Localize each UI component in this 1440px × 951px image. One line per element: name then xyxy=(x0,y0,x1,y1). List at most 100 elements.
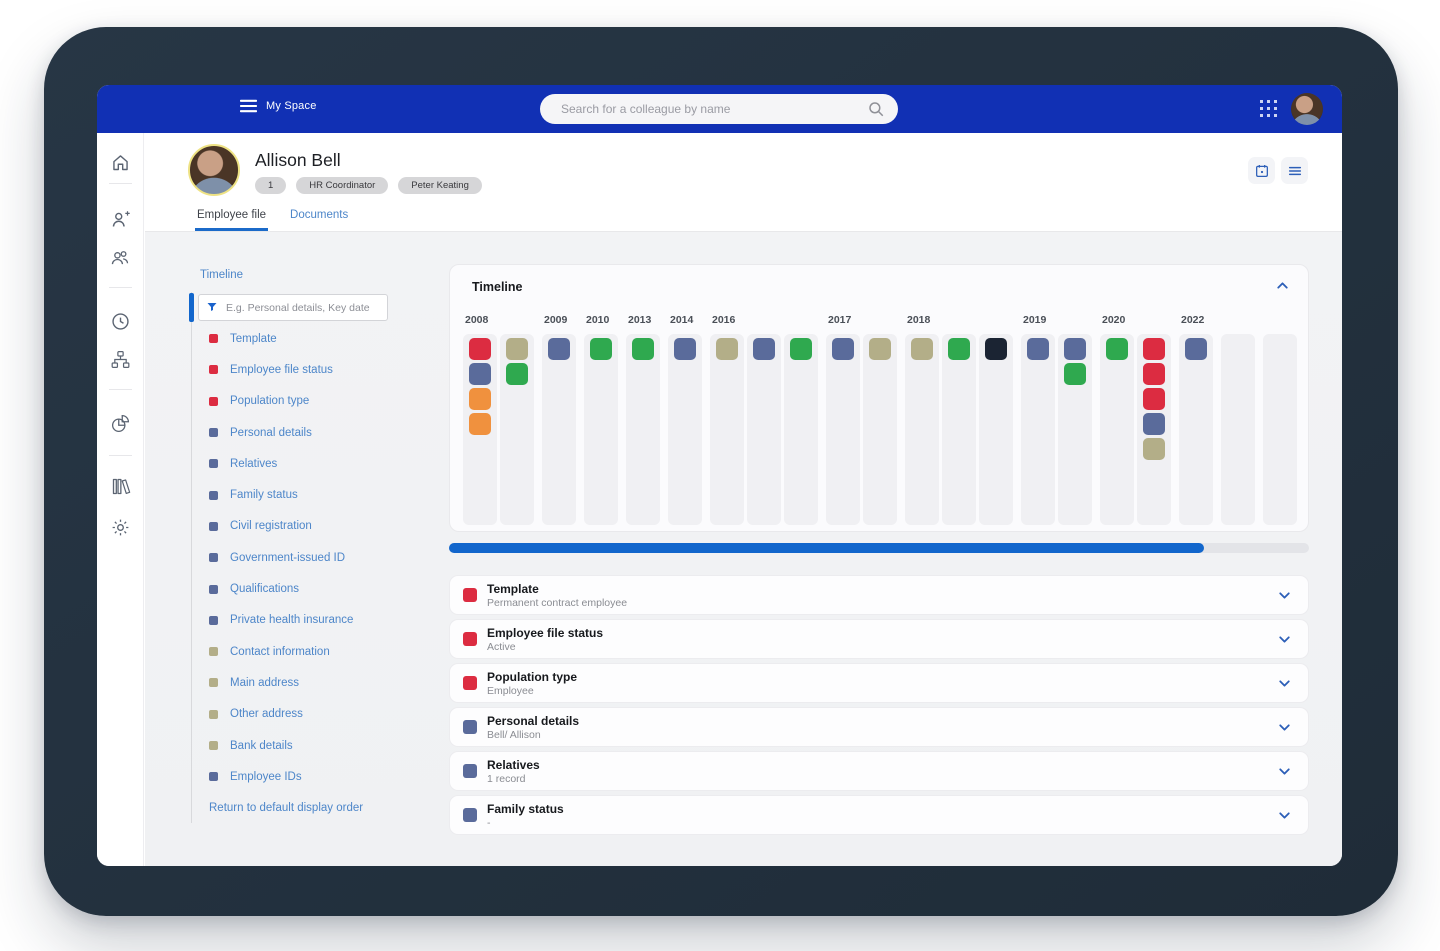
section-row-family-status[interactable]: Family status- xyxy=(449,795,1309,835)
section-subtitle: Bell/ Allison xyxy=(487,729,541,741)
timeline-column xyxy=(979,334,1013,525)
timeline-scrollbar-track[interactable] xyxy=(449,543,1309,553)
employee-badge: Peter Keating xyxy=(398,177,482,194)
sidebar-item-personal-details[interactable]: Personal details xyxy=(192,417,431,448)
timeline-event-marker[interactable] xyxy=(506,338,528,360)
sidebar-item-other-address[interactable]: Other address xyxy=(192,699,431,730)
main-menu-button[interactable]: My Space xyxy=(240,99,317,113)
section-row-relatives[interactable]: Relatives1 record xyxy=(449,751,1309,791)
tablet-frame: My Space xyxy=(44,27,1398,916)
sidebar-item-employee-ids[interactable]: Employee IDs xyxy=(192,761,431,792)
timeline-event-marker[interactable] xyxy=(716,338,738,360)
reset-display-order-link[interactable]: Return to default display order xyxy=(192,792,431,823)
sidebar-item-civil-registration[interactable]: Civil registration xyxy=(192,511,431,542)
timeline-event-marker[interactable] xyxy=(469,338,491,360)
timeline-event-marker[interactable] xyxy=(1143,438,1165,460)
display-options-button[interactable] xyxy=(1281,157,1308,184)
sidebar-item-main-address[interactable]: Main address xyxy=(192,667,431,698)
sidebar-item-template[interactable]: Template xyxy=(192,323,431,354)
timeline-event-marker[interactable] xyxy=(1143,413,1165,435)
timeline-event-marker[interactable] xyxy=(869,338,891,360)
sidebar-item-relatives[interactable]: Relatives xyxy=(192,448,431,479)
timeline-event-marker[interactable] xyxy=(506,363,528,385)
timeline-event-marker[interactable] xyxy=(832,338,854,360)
chevron-down-icon[interactable] xyxy=(1276,587,1293,604)
nav-rail xyxy=(97,133,144,866)
timeline-event-marker[interactable] xyxy=(632,338,654,360)
timeline-event-marker[interactable] xyxy=(1027,338,1049,360)
tab-documents[interactable]: Documents xyxy=(288,209,350,231)
tab-employee-file[interactable]: Employee file xyxy=(195,209,268,231)
sidebar-item-bank-details[interactable]: Bank details xyxy=(192,730,431,761)
sidebar-item-label: Template xyxy=(230,333,277,345)
library-icon[interactable] xyxy=(110,476,131,497)
sidebar-item-label: Employee IDs xyxy=(230,771,302,783)
timeline-event-marker[interactable] xyxy=(1064,338,1086,360)
time-icon[interactable] xyxy=(110,311,131,332)
section-subtitle: Employee xyxy=(487,685,534,697)
add-person-icon[interactable] xyxy=(110,209,131,230)
section-title: Template xyxy=(487,582,539,596)
timeline-columns xyxy=(542,334,576,525)
calendar-button[interactable] xyxy=(1248,157,1275,184)
employee-avatar[interactable] xyxy=(188,144,240,196)
home-icon[interactable] xyxy=(110,152,131,173)
timeline-event-marker[interactable] xyxy=(469,388,491,410)
top-bar: My Space xyxy=(97,85,1342,133)
timeline-year-label: 2018 xyxy=(907,314,1013,334)
timeline-event-marker[interactable] xyxy=(1064,363,1086,385)
settings-icon[interactable] xyxy=(110,517,131,538)
timeline-event-marker[interactable] xyxy=(1106,338,1128,360)
timeline-event-marker[interactable] xyxy=(753,338,775,360)
section-row-employee-file-status[interactable]: Employee file statusActive xyxy=(449,619,1309,659)
timeline-scrollbar-thumb[interactable] xyxy=(449,543,1204,553)
sidebar-item-government-issued-id[interactable]: Government-issued ID xyxy=(192,542,431,573)
chevron-down-icon[interactable] xyxy=(1276,631,1293,648)
section-row-population-type[interactable]: Population typeEmployee xyxy=(449,663,1309,703)
chevron-up-icon[interactable] xyxy=(1274,277,1291,294)
analytics-icon[interactable] xyxy=(110,413,131,434)
timeline-event-marker[interactable] xyxy=(948,338,970,360)
section-filter-input[interactable] xyxy=(198,294,388,321)
item-color-bullet xyxy=(209,553,218,562)
timeline-event-marker[interactable] xyxy=(674,338,696,360)
section-row-template[interactable]: TemplatePermanent contract employee xyxy=(449,575,1309,615)
sidebar-item-employee-file-status[interactable]: Employee file status xyxy=(192,354,431,385)
timeline-event-marker[interactable] xyxy=(1185,338,1207,360)
sidebar-item-private-health-insurance[interactable]: Private health insurance xyxy=(192,605,431,636)
rail-divider xyxy=(109,455,132,456)
timeline-event-marker[interactable] xyxy=(911,338,933,360)
timeline-event-marker[interactable] xyxy=(469,413,491,435)
chevron-down-icon[interactable] xyxy=(1276,719,1293,736)
people-icon[interactable] xyxy=(110,247,131,268)
timeline-event-marker[interactable] xyxy=(548,338,570,360)
sidebar-item-contact-information[interactable]: Contact information xyxy=(192,636,431,667)
timeline-event-marker[interactable] xyxy=(590,338,612,360)
user-avatar[interactable] xyxy=(1291,93,1323,125)
employee-badge: 1 xyxy=(255,177,286,194)
timeline-year-label: 2019 xyxy=(1023,314,1092,334)
chevron-down-icon[interactable] xyxy=(1276,675,1293,692)
app-grid-icon[interactable] xyxy=(1260,100,1280,118)
timeline-column xyxy=(905,334,939,525)
sidebar-item-qualifications[interactable]: Qualifications xyxy=(192,573,431,604)
timeline-column xyxy=(584,334,618,525)
search-input[interactable] xyxy=(540,94,867,124)
timeline-event-marker[interactable] xyxy=(790,338,812,360)
sidebar-item-population-type[interactable]: Population type xyxy=(192,386,431,417)
sidebar-item-family-status[interactable]: Family status xyxy=(192,479,431,510)
timeline-event-marker[interactable] xyxy=(1143,363,1165,385)
timeline-year-group: 2013 xyxy=(626,314,660,525)
org-chart-icon[interactable] xyxy=(110,349,131,370)
section-accordion: TemplatePermanent contract employeeEmplo… xyxy=(449,575,1309,835)
sidebar-timeline-link[interactable]: Timeline xyxy=(200,269,243,281)
chevron-down-icon[interactable] xyxy=(1276,807,1293,824)
chevron-down-icon[interactable] xyxy=(1276,763,1293,780)
timeline-event-marker[interactable] xyxy=(1143,388,1165,410)
search-icon[interactable] xyxy=(867,100,885,118)
section-color-marker xyxy=(463,676,477,690)
timeline-event-marker[interactable] xyxy=(1143,338,1165,360)
timeline-event-marker[interactable] xyxy=(985,338,1007,360)
timeline-event-marker[interactable] xyxy=(469,363,491,385)
section-row-personal-details[interactable]: Personal detailsBell/ Allison xyxy=(449,707,1309,747)
